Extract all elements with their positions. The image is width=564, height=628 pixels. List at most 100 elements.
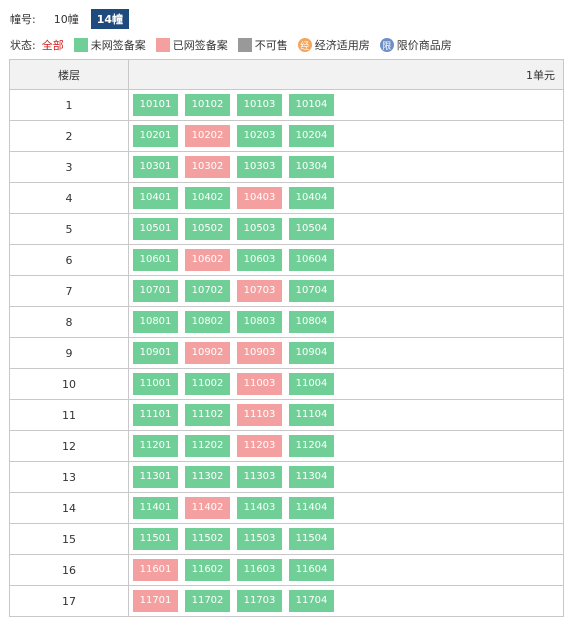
legend-signed[interactable]: 已网签备案 — [155, 37, 228, 53]
room-cell[interactable]: 10304 — [289, 156, 334, 178]
building-14-tab[interactable]: 14幢 — [90, 9, 130, 29]
room-cell[interactable]: 10904 — [289, 342, 334, 364]
room-cell[interactable]: 11701 — [133, 590, 178, 612]
room-cell[interactable]: 11503 — [237, 528, 282, 550]
room-cell[interactable]: 10701 — [133, 280, 178, 302]
unit-cell-group: 10601 10602 10603 10604 — [128, 244, 564, 276]
room-cell[interactable]: 10604 — [289, 249, 334, 271]
legend-economic-housing-label: 经济适用房 — [314, 39, 370, 52]
room-cell[interactable]: 11703 — [237, 590, 282, 612]
floor-number: 13 — [9, 461, 129, 493]
room-cell[interactable]: 10503 — [237, 218, 282, 240]
room-cell[interactable]: 11304 — [289, 466, 334, 488]
floor-number: 15 — [9, 523, 129, 555]
room-cell[interactable]: 10102 — [185, 94, 230, 116]
room-cell[interactable]: 10601 — [133, 249, 178, 271]
room-cell[interactable]: 10704 — [289, 280, 334, 302]
room-cell[interactable]: 11602 — [185, 559, 230, 581]
legend-economic-housing[interactable]: 经 经济适用房 — [297, 37, 370, 53]
room-cell[interactable]: 11404 — [289, 497, 334, 519]
room-cell[interactable]: 11201 — [133, 435, 178, 457]
room-cell[interactable]: 10403 — [237, 187, 282, 209]
room-cell[interactable]: 11704 — [289, 590, 334, 612]
floor-number: 10 — [9, 368, 129, 400]
room-cell[interactable]: 10903 — [237, 342, 282, 364]
floor-number: 6 — [9, 244, 129, 276]
room-cell[interactable]: 10303 — [237, 156, 282, 178]
room-cell[interactable]: 11301 — [133, 466, 178, 488]
room-cell[interactable]: 11502 — [185, 528, 230, 550]
room-cell[interactable]: 11102 — [185, 404, 230, 426]
building-10-tab[interactable]: 10幢 — [48, 9, 85, 29]
unit-cell-group: 10201 10202 10203 10204 — [128, 120, 564, 152]
room-list: 10101 10102 10103 10104 — [129, 94, 563, 116]
room-cell[interactable]: 10703 — [237, 280, 282, 302]
room-cell[interactable]: 11004 — [289, 373, 334, 395]
room-cell[interactable]: 10901 — [133, 342, 178, 364]
legend-not-for-sale-label: 不可售 — [254, 39, 288, 52]
floor-number: 4 — [9, 182, 129, 214]
floor-number: 14 — [9, 492, 129, 524]
room-cell[interactable]: 11303 — [237, 466, 282, 488]
room-cell[interactable]: 10404 — [289, 187, 334, 209]
table-row: 4 10401 10402 10403 10404 — [9, 182, 564, 214]
room-cell[interactable]: 10302 — [185, 156, 230, 178]
room-cell[interactable]: 10602 — [185, 249, 230, 271]
legend-price-limited[interactable]: 限 限价商品房 — [379, 37, 452, 53]
room-cell[interactable]: 10802 — [185, 311, 230, 333]
room-cell[interactable]: 11203 — [237, 435, 282, 457]
room-cell[interactable]: 10902 — [185, 342, 230, 364]
room-cell[interactable]: 10803 — [237, 311, 282, 333]
room-cell[interactable]: 11002 — [185, 373, 230, 395]
room-cell[interactable]: 10104 — [289, 94, 334, 116]
room-cell[interactable]: 10502 — [185, 218, 230, 240]
unit-cell-group: 10801 10802 10803 10804 — [128, 306, 564, 338]
table-row: 12 11201 11202 11203 11204 — [9, 430, 564, 462]
unit-cell-group: 11101 11102 11103 11104 — [128, 399, 564, 431]
room-cell[interactable]: 11501 — [133, 528, 178, 550]
floor-number: 7 — [9, 275, 129, 307]
room-cell[interactable]: 10402 — [185, 187, 230, 209]
room-cell[interactable]: 11401 — [133, 497, 178, 519]
room-cell[interactable]: 11003 — [237, 373, 282, 395]
room-cell[interactable]: 10603 — [237, 249, 282, 271]
room-cell[interactable]: 10801 — [133, 311, 178, 333]
room-cell[interactable]: 11202 — [185, 435, 230, 457]
room-cell[interactable]: 10103 — [237, 94, 282, 116]
room-cell[interactable]: 10204 — [289, 125, 334, 147]
room-cell[interactable]: 11204 — [289, 435, 334, 457]
legend-unsigned[interactable]: 未网签备案 — [73, 37, 146, 53]
room-cell[interactable]: 11103 — [237, 404, 282, 426]
room-cell[interactable]: 11403 — [237, 497, 282, 519]
room-cell[interactable]: 11702 — [185, 590, 230, 612]
room-cell[interactable]: 10702 — [185, 280, 230, 302]
status-all-filter[interactable]: 全部 — [42, 37, 64, 53]
room-list: 11201 11202 11203 11204 — [129, 435, 563, 457]
room-cell[interactable]: 10202 — [185, 125, 230, 147]
room-cell[interactable]: 10501 — [133, 218, 178, 240]
room-cell[interactable]: 11601 — [133, 559, 178, 581]
room-cell[interactable]: 10401 — [133, 187, 178, 209]
room-cell[interactable]: 10203 — [237, 125, 282, 147]
room-cell[interactable]: 10301 — [133, 156, 178, 178]
room-cell[interactable]: 11101 — [133, 404, 178, 426]
room-cell[interactable]: 11104 — [289, 404, 334, 426]
room-cell[interactable]: 11001 — [133, 373, 178, 395]
table-row: 3 10301 10302 10303 10304 — [9, 151, 564, 183]
table-row: 17 11701 11702 11703 11704 — [9, 585, 564, 617]
table-row: 9 10901 10902 10903 10904 — [9, 337, 564, 369]
room-cell[interactable]: 10804 — [289, 311, 334, 333]
legend-not-for-sale[interactable]: 不可售 — [237, 37, 288, 53]
room-cell[interactable]: 11402 — [185, 497, 230, 519]
room-cell[interactable]: 11302 — [185, 466, 230, 488]
room-cell[interactable]: 10504 — [289, 218, 334, 240]
room-cell[interactable]: 10101 — [133, 94, 178, 116]
room-cell[interactable]: 11604 — [289, 559, 334, 581]
room-cell[interactable]: 11504 — [289, 528, 334, 550]
room-cell[interactable]: 10201 — [133, 125, 178, 147]
pink-square-icon — [155, 38, 170, 52]
floor-column-header: 楼层 — [9, 59, 129, 90]
room-list: 10201 10202 10203 10204 — [129, 125, 563, 147]
unit-cell-group: 11001 11002 11003 11004 — [128, 368, 564, 400]
room-cell[interactable]: 11603 — [237, 559, 282, 581]
